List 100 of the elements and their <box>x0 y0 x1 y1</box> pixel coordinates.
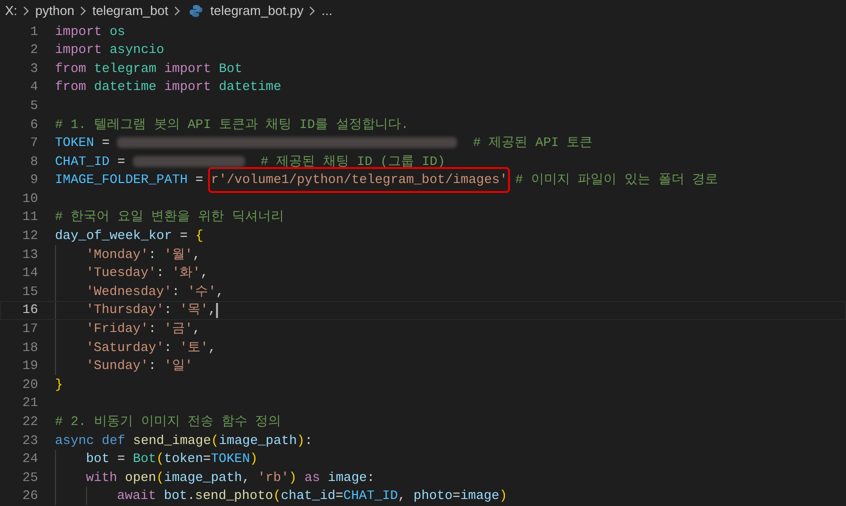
code-token: } <box>55 376 63 394</box>
code-token: 'Saturday' <box>86 338 164 357</box>
chevron-right-icon <box>308 6 316 16</box>
line-number: 26 <box>21 487 39 506</box>
code-token: # 제공된 API 토큰 <box>472 134 593 152</box>
code-token: os <box>108 22 126 41</box>
line-number: 21 <box>21 394 39 412</box>
code-token: '월' <box>164 246 193 264</box>
code-token: # 한국어 요일 변환을 위한 딕셔너리 <box>55 208 284 226</box>
line-number: 2 <box>29 41 39 60</box>
code-token: TOKEN <box>210 450 250 468</box>
line-number: 17 <box>21 320 39 338</box>
code-token: ( <box>156 450 164 468</box>
code-token: : <box>366 468 375 487</box>
code-token: = <box>100 134 111 152</box>
code-token: : <box>148 320 158 338</box>
code-token: ) <box>296 432 305 450</box>
chevron-right-icon <box>79 6 88 16</box>
code-token: : <box>148 357 158 376</box>
breadcrumb-item[interactable]: python <box>35 1 74 21</box>
code-token: , <box>192 320 200 338</box>
python-file-icon <box>189 4 204 18</box>
line-number: 19 <box>21 357 39 376</box>
code-token: day_of_week_kor <box>55 227 172 246</box>
code-token: , <box>242 468 251 487</box>
code-token: datetime <box>218 78 282 96</box>
code-token: 'Wednesday' <box>86 282 172 301</box>
code-token: . <box>187 487 196 506</box>
code-token: token <box>164 450 204 468</box>
line-number: 7 <box>29 134 39 152</box>
code-token: '일' <box>164 357 193 376</box>
line-number: 13 <box>21 246 39 264</box>
text-cursor <box>216 302 218 318</box>
code-token: = <box>335 487 344 506</box>
line-number: 22 <box>21 413 39 432</box>
line-number: 11 <box>21 208 39 226</box>
code-token: '목' <box>180 301 208 320</box>
breadcrumb-item[interactable]: ... <box>321 1 332 21</box>
code-token: { <box>195 227 204 246</box>
code-token: import <box>55 22 102 41</box>
breadcrumb-item[interactable]: telegram_bot <box>92 1 168 21</box>
code-token: telegram <box>93 60 156 78</box>
code-token: '수' <box>187 282 216 301</box>
code-token: 'Monday' <box>86 246 148 264</box>
chevron-right-icon <box>173 6 182 16</box>
code-token: ) <box>250 450 258 468</box>
code-token: from <box>55 60 86 78</box>
code-token: async def <box>55 432 126 450</box>
breadcrumb-item[interactable]: telegram_bot.py <box>210 1 304 21</box>
line-number: 15 <box>21 282 39 301</box>
line-number: 10 <box>21 190 39 208</box>
code-token: = <box>203 450 211 468</box>
code-token: '화' <box>172 264 200 282</box>
line-number: 4 <box>29 78 39 96</box>
code-token: 'rb' <box>258 468 289 487</box>
line-number: 23 <box>21 432 39 450</box>
code-token: = <box>178 227 189 246</box>
chevron-right-icon <box>22 6 30 16</box>
code-token: : <box>164 301 173 320</box>
code-token: = <box>194 171 204 190</box>
code-token: image_path <box>164 468 242 487</box>
line-number: 18 <box>21 338 39 357</box>
code-token: '토' <box>180 338 208 357</box>
code-token: Bot <box>218 60 242 78</box>
line-number: 14 <box>21 264 39 282</box>
code-token: asyncio <box>108 41 164 60</box>
code-token: photo <box>414 487 453 506</box>
code-token: send_image <box>132 432 212 450</box>
line-number: 20 <box>21 376 39 394</box>
code-token: : <box>304 432 312 450</box>
line-number: 1 <box>29 22 39 41</box>
code-token: image <box>460 487 500 506</box>
highlighted-code-token: r'/volume1/python/telegram_bot/images' <box>211 170 508 190</box>
code-token: CHAT_ID <box>343 487 398 506</box>
code-token: = <box>452 487 460 506</box>
line-number: 6 <box>29 116 39 134</box>
code-token: import <box>163 60 212 78</box>
code-token: import <box>163 78 212 96</box>
code-token: ( <box>211 432 219 450</box>
code-token: # 이미지 파일이 있는 폴더 경로 <box>514 171 718 190</box>
line-number: 9 <box>29 171 39 190</box>
code-token: = <box>116 450 126 468</box>
code-token: chat_id <box>280 487 336 506</box>
code-token: , <box>216 282 224 301</box>
code-token: with <box>86 468 118 487</box>
code-token: # 1. 텔레그램 봇의 API 토큰과 채팅 ID를 설정합니다. <box>55 116 409 134</box>
code-token: 'Thursday' <box>86 301 164 320</box>
code-token: ) <box>499 487 508 506</box>
line-number: 8 <box>29 152 39 171</box>
code-token: IMAGE_FOLDER_PATH <box>55 171 188 190</box>
line-number: 16 <box>21 301 39 320</box>
code-token: bot <box>162 487 188 506</box>
code-token: 'Sunday' <box>86 357 148 376</box>
breadcrumb-item[interactable]: X: <box>5 1 18 21</box>
code-token: Bot <box>132 450 156 468</box>
code-token: send_photo <box>195 487 274 506</box>
line-number: 25 <box>21 468 39 487</box>
code-token: 'Tuesday' <box>86 264 156 282</box>
code-token: datetime <box>93 78 156 96</box>
code-token: : <box>148 246 158 264</box>
